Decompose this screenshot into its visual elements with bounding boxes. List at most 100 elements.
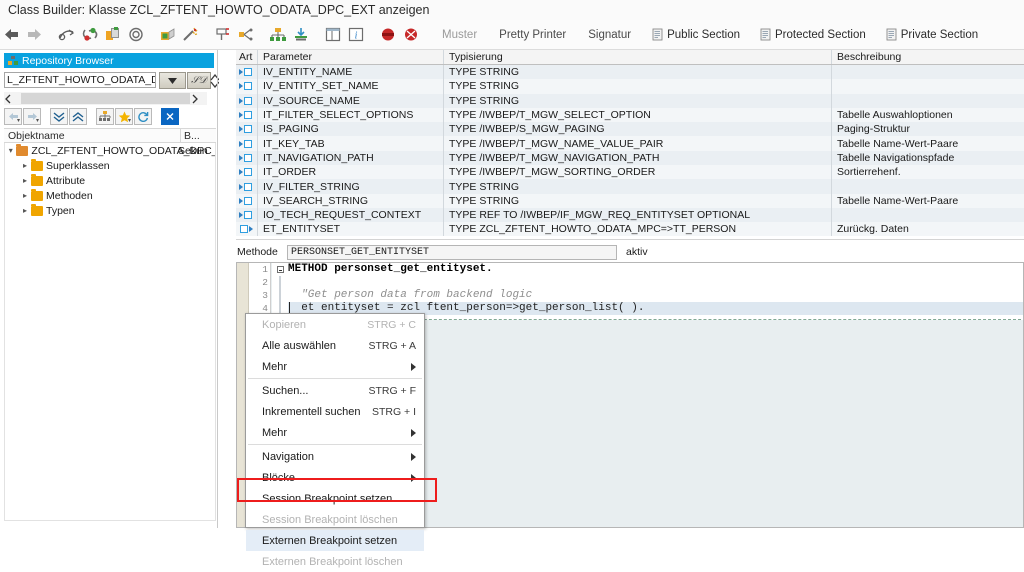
param-description: Tabelle Auswahloptionen (837, 109, 953, 122)
table-row[interactable]: IT_NAVIGATION_PATH TYPE /IWBEP/T_MGW_NAV… (236, 150, 1024, 166)
wand-icon[interactable] (179, 24, 202, 46)
display-change-icon[interactable] (55, 24, 78, 46)
tree-item-class[interactable]: ▾ ZCL_ZFTENT_HOWTO_ODATA_DPC_E Sekun (5, 143, 215, 158)
table-row[interactable]: IT_ORDER TYPE /IWBEP/T_MGW_SORTING_ORDER… (236, 165, 1024, 180)
table-row[interactable]: IT_KEY_TAB TYPE /IWBEP/T_MGW_NAME_VALUE_… (236, 136, 1024, 151)
param-name: IV_SOURCE_NAME (258, 93, 444, 108)
table-row[interactable]: IV_SOURCE_NAME TYPE STRING (236, 93, 1024, 108)
line-number: 3 (262, 290, 268, 301)
chevron-right-icon[interactable]: ▸ (19, 176, 31, 185)
table-row[interactable]: IV_ENTITY_NAME TYPE STRING (236, 65, 1024, 80)
repository-search-input[interactable]: L_ZFTENT_HOWTO_ODATA_DPC_E × (4, 72, 156, 88)
close-panel-button[interactable] (161, 108, 179, 125)
split-view-icon[interactable] (321, 24, 344, 46)
repository-horizontal-scrollbar[interactable] (4, 92, 207, 105)
public-section-button[interactable]: Public Section (642, 24, 750, 46)
where-used-icon[interactable] (234, 24, 257, 46)
menu-item-session-breakpoint-setzen[interactable]: Session Breakpoint setzen (246, 488, 424, 509)
repository-search-go-button[interactable]: 𝒮𝒟 (187, 72, 211, 89)
sap-class-builder-window: Class Builder: Klasse ZCL_ZFTENT_HOWTO_O… (0, 0, 1024, 568)
tree-item-typen[interactable]: ▸ Typen (5, 203, 215, 218)
section-page-icon (886, 28, 897, 41)
table-row[interactable]: IV_ENTITY_SET_NAME TYPE STRING (236, 79, 1024, 94)
context-menu[interactable]: Kopieren STRG + C Alle auswählen STRG + … (245, 313, 425, 568)
table-row[interactable]: IS_PAGING TYPE /IWBEP/S_MGW_PAGING Pagin… (236, 122, 1024, 137)
repository-search-dropdown-button[interactable] (159, 72, 186, 89)
table-row[interactable]: ET_ENTITYSET TYPE ZCL_ZFTENT_HOWTO_ODATA… (236, 222, 1024, 236)
pretty-printer-button[interactable]: Pretty Printer (488, 24, 577, 46)
menu-item-accelerator: STRG + C (367, 318, 416, 331)
hierarchy-icon[interactable] (266, 24, 289, 46)
refresh-button[interactable] (134, 108, 152, 125)
table-row[interactable]: IV_FILTER_STRING TYPE STRING (236, 179, 1024, 194)
activate-icon[interactable] (101, 24, 124, 46)
column-typisierung: Typisierung (444, 50, 832, 64)
caret-down-icon: ▾ (16, 118, 20, 124)
chevron-right-icon[interactable]: ▸ (19, 206, 31, 215)
param-kind-importing-icon (236, 207, 258, 223)
pattern-ring-icon[interactable] (124, 24, 147, 46)
menu-item-alle-auswaehlen[interactable]: Alle auswählen STRG + A (246, 335, 424, 356)
import-icon[interactable] (289, 24, 312, 46)
object-list-button[interactable] (96, 108, 114, 125)
folder-icon (31, 188, 43, 201)
menu-item-label: Suchen... (262, 384, 309, 397)
chevron-right-icon[interactable]: ▸ (19, 191, 31, 200)
forward-icon[interactable] (23, 24, 46, 46)
tree-item-attribute[interactable]: ▸ Attribute (5, 173, 215, 188)
param-kind-importing-icon (236, 150, 258, 166)
param-description: Paging-Struktur (837, 123, 910, 136)
param-type: TYPE REF TO /IWBEP/IF_MGW_REQ_ENTITYSET … (444, 207, 832, 223)
protected-section-button[interactable]: Protected Section (750, 24, 876, 46)
param-type: TYPE /IWBEP/T_MGW_NAME_VALUE_PAIR (444, 136, 832, 151)
menu-item-mehr-1[interactable]: Mehr (246, 356, 424, 377)
muster-button[interactable]: Muster (431, 24, 488, 46)
vertical-splitter[interactable] (219, 50, 445, 528)
method-name-field[interactable]: PERSONSET_GET_ENTITYSET (287, 244, 617, 260)
signatur-button[interactable]: Signatur (577, 24, 642, 46)
collapse-all-button[interactable] (69, 108, 87, 125)
nav-forward-button[interactable]: ▾ (23, 108, 41, 125)
param-kind-exporting-icon (236, 222, 258, 236)
info-icon[interactable]: i (344, 24, 367, 46)
scroll-left-icon[interactable] (4, 94, 20, 104)
nav-back-button[interactable]: ▾ (4, 108, 22, 125)
fold-collapse-icon[interactable] (276, 266, 284, 273)
toolbar-separator-2 (147, 24, 156, 46)
private-section-button[interactable]: Private Section (876, 24, 988, 46)
menu-item-externen-breakpoint-loeschen: Externen Breakpoint löschen (246, 551, 424, 572)
table-row[interactable]: IT_FILTER_SELECT_OPTIONS TYPE /IWBEP/T_M… (236, 107, 1024, 123)
tools-icon[interactable] (211, 24, 234, 46)
param-description (832, 208, 1024, 222)
table-row[interactable]: IO_TECH_REQUEST_CONTEXT TYPE REF TO /IWB… (236, 207, 1024, 223)
favorites-button[interactable]: ▾ (115, 108, 133, 125)
scroll-right-icon[interactable] (191, 94, 207, 104)
menu-item-mehr-2[interactable]: Mehr (246, 422, 424, 443)
menu-item-session-breakpoint-loeschen: Session Breakpoint löschen (246, 509, 424, 530)
main-toolbar: i Muster Pretty Printer Signatur Public … (0, 20, 1024, 50)
table-row[interactable]: IV_SEARCH_STRING TYPE STRING Tabelle Nam… (236, 193, 1024, 208)
scrollbar-thumb[interactable] (21, 93, 190, 104)
param-type: TYPE STRING (444, 93, 832, 108)
menu-item-label: Session Breakpoint setzen (262, 492, 393, 505)
check-icon[interactable] (78, 24, 101, 46)
fold-guide-line (279, 276, 281, 315)
repository-browser-icon (8, 55, 18, 66)
menu-item-inkrementell-suchen[interactable]: Inkrementell suchen STRG + I (246, 401, 424, 422)
chevron-down-icon[interactable]: ▾ (5, 146, 16, 155)
chevron-right-icon[interactable]: ▸ (19, 161, 31, 170)
lock-icon[interactable] (156, 24, 179, 46)
param-kind-importing-icon (236, 107, 258, 123)
expand-all-button[interactable] (50, 108, 68, 125)
back-icon[interactable] (0, 24, 23, 46)
menu-item-bloecke[interactable]: Blöcke (246, 467, 424, 488)
menu-item-externen-breakpoint-setzen[interactable]: Externen Breakpoint setzen (246, 530, 424, 551)
tree-item-methoden[interactable]: ▸ Methoden (5, 188, 215, 203)
breakpoint-alt-icon[interactable] (399, 24, 422, 46)
menu-item-navigation[interactable]: Navigation (246, 446, 424, 467)
breakpoint-icon[interactable] (376, 24, 399, 46)
tree-item-superklassen[interactable]: ▸ Superklassen (5, 158, 215, 173)
param-kind-importing-icon (236, 179, 258, 194)
menu-item-suchen[interactable]: Suchen... STRG + F (246, 380, 424, 401)
